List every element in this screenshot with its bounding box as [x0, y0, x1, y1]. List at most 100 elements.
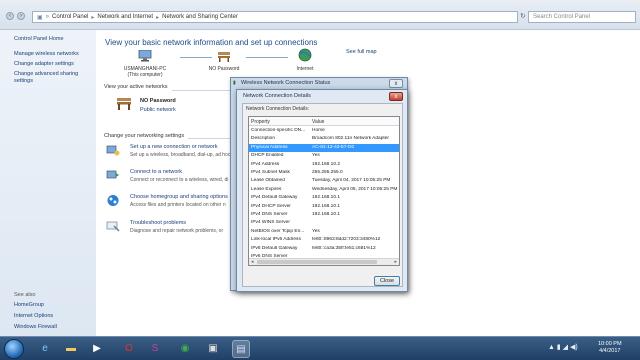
opera-icon[interactable]: O — [120, 340, 138, 358]
close-button[interactable]: Close — [374, 276, 400, 286]
advanced-sharing-link[interactable]: Change advanced sharing — [14, 71, 78, 77]
breadcrumb-control-panel[interactable]: Control Panel — [52, 14, 88, 20]
map-node-network: NO Password — [204, 50, 244, 72]
row-property: IPv4 DHCP Server — [251, 203, 291, 209]
breadcrumb-network-internet[interactable]: Network and Internet — [97, 14, 153, 20]
see-also-heading: See also — [14, 292, 36, 298]
row-property: Lease Expires — [251, 186, 282, 192]
scroll-right-icon[interactable]: ▸ — [394, 259, 397, 265]
page-title: View your basic network information and … — [105, 38, 318, 47]
list-header: Property Value — [249, 117, 399, 126]
row-value: 255.255.255.0 — [312, 170, 343, 175]
refresh-icon[interactable]: ↻ — [520, 12, 528, 22]
table-row[interactable]: IPv4 Subnet Mask 255.255.255.0 — [249, 169, 399, 177]
app-icon[interactable]: ▣ — [204, 340, 222, 358]
task-link[interactable]: Choose homegroup and sharing options — [130, 194, 228, 200]
row-property: Description — [251, 136, 275, 142]
table-row[interactable]: NetBIOS over Tcpip En... Yes — [249, 228, 399, 236]
close-icon[interactable]: x — [389, 79, 403, 88]
task-link[interactable]: Connect to a network — [130, 169, 182, 175]
close-icon[interactable]: x — [389, 92, 403, 101]
computer-icon — [138, 49, 152, 62]
forward-button[interactable]: › — [17, 12, 25, 20]
troubleshoot-icon — [106, 221, 120, 232]
table-row[interactable]: Physical Address AC-81-12-43-57-D0 — [249, 143, 399, 152]
table-row[interactable]: IPv6 Default Gateway fe80::ca3a:35ff:fe51… — [249, 245, 399, 253]
search-input[interactable]: Search Control Panel — [528, 11, 636, 23]
system-tray[interactable]: ▲ ▮ ◢ ◀) — [548, 343, 578, 351]
change-settings-heading: Change your networking settings — [104, 133, 185, 139]
see-full-map-link[interactable]: See full map — [346, 49, 377, 55]
breadcrumb-separator: » — [45, 14, 50, 20]
table-row[interactable]: IPv4 DHCP Server 192.168.10.1 — [249, 203, 399, 211]
active-network-name: NO Password — [140, 98, 176, 104]
left-pane: Control Panel Home Manage wireless netwo… — [0, 30, 96, 336]
row-value: fe80::ca3a:35ff:fe51:c681%12 — [312, 245, 376, 251]
table-row[interactable]: IPv4 WINS Server — [249, 219, 399, 227]
scrollbar-thumb[interactable] — [257, 260, 377, 264]
task-link[interactable]: Set up a new connection or network — [130, 144, 217, 150]
details-group: Network Connection Details: Property Val… — [242, 103, 403, 287]
map-node-label: NO Password — [208, 66, 240, 72]
row-value: 192.168.10.1 — [312, 212, 341, 217]
breadcrumb-sharing-center[interactable]: Network and Sharing Center — [162, 14, 238, 20]
table-row[interactable]: DHCP Enabled Yes — [249, 152, 399, 160]
row-property: IPv4 WINS Server — [251, 220, 290, 226]
row-value: 192.168.10.1 — [312, 203, 341, 209]
manage-wireless-link[interactable]: Manage wireless networks — [14, 51, 79, 57]
column-header-property[interactable]: Property — [251, 119, 270, 125]
row-property: IPv4 Address — [251, 161, 280, 167]
column-header-value[interactable]: Value — [312, 119, 324, 125]
app-icon[interactable]: S — [146, 340, 164, 358]
row-value: Tuesday, April 04, 2017 10:05:25 PM — [312, 178, 391, 184]
start-button[interactable] — [4, 339, 24, 359]
clock[interactable]: 10:00 PM 4/4/2017 — [598, 341, 622, 355]
address-bar[interactable]: ▣ » Control Panel ▸ Network and Internet… — [32, 11, 518, 23]
breadcrumb-separator: ▸ — [156, 14, 160, 21]
breadcrumb-separator: ▸ — [91, 14, 95, 21]
task-description: Access files and printers located on oth… — [130, 202, 226, 208]
row-value: Wednesday, April 05, 2017 10:05:25 PM — [312, 186, 398, 192]
ie-icon[interactable]: e — [36, 340, 54, 358]
back-button[interactable]: ‹ — [6, 12, 14, 20]
table-row[interactable]: Connection-specific DN... Home — [249, 127, 399, 135]
row-value: Yes — [312, 153, 320, 159]
bench-icon — [117, 98, 131, 110]
row-property: IPv6 Default Gateway — [251, 245, 298, 251]
row-property: IPv4 Subnet Mask — [251, 170, 290, 175]
active-network-type-link[interactable]: Public network — [140, 107, 176, 113]
table-row[interactable]: Link-local IPv6 Address fe80::8963:8dd2:7… — [249, 236, 399, 244]
row-property: NetBIOS over Tcpip En... — [251, 228, 305, 234]
scroll-left-icon[interactable]: ◂ — [251, 259, 254, 265]
clock-time: 10:00 PM — [598, 341, 622, 347]
table-row[interactable]: IPv4 DNS Server 192.168.10.1 — [249, 211, 399, 219]
folder-icon: ▣ — [37, 14, 43, 21]
windows-firewall-link[interactable]: Windows Firewall — [14, 324, 57, 330]
homegroup-link[interactable]: HomeGroup — [14, 302, 44, 308]
table-row[interactable]: Description Broadcom 802.11n Network Adap… — [249, 135, 399, 143]
advanced-sharing-link-cont[interactable]: settings — [14, 78, 33, 84]
table-row[interactable]: IPv4 Default Gateway 192.168.10.1 — [249, 194, 399, 202]
row-property: Lease Obtained — [251, 178, 285, 184]
task-description: Diagnose and repair network problems, or — [130, 228, 224, 234]
task-link[interactable]: Troubleshoot problems — [130, 220, 186, 226]
internet-options-link[interactable]: Internet Options — [14, 313, 53, 319]
control-panel-icon[interactable]: ▤ — [232, 340, 250, 358]
horizontal-scrollbar[interactable]: ◂ ▸ — [249, 258, 399, 265]
table-row[interactable]: Lease Expires Wednesday, April 05, 2017 1… — [249, 186, 399, 194]
explorer-icon[interactable]: ▬ — [62, 340, 80, 358]
table-row[interactable]: IPv4 Address 192.168.10.2 — [249, 161, 399, 169]
row-property: DHCP Enabled — [251, 153, 284, 159]
row-value: AC-81-12-43-57-D0 — [312, 144, 355, 150]
change-adapter-link[interactable]: Change adapter settings — [14, 61, 74, 67]
details-list[interactable]: Property Value Connection-specific DN...… — [248, 116, 400, 266]
new-connection-icon — [106, 145, 120, 156]
active-networks-heading: View your active networks — [104, 84, 168, 90]
bench-icon — [218, 52, 230, 62]
control-panel-home-link[interactable]: Control Panel Home — [14, 36, 64, 42]
chrome-icon[interactable]: ◉ — [176, 340, 194, 358]
table-row[interactable]: Lease Obtained Tuesday, April 04, 2017 10… — [249, 177, 399, 185]
wifi-icon: ▮ — [233, 80, 236, 86]
clock-date: 4/4/2017 — [599, 348, 621, 354]
media-player-icon[interactable]: ▶ — [88, 340, 106, 358]
